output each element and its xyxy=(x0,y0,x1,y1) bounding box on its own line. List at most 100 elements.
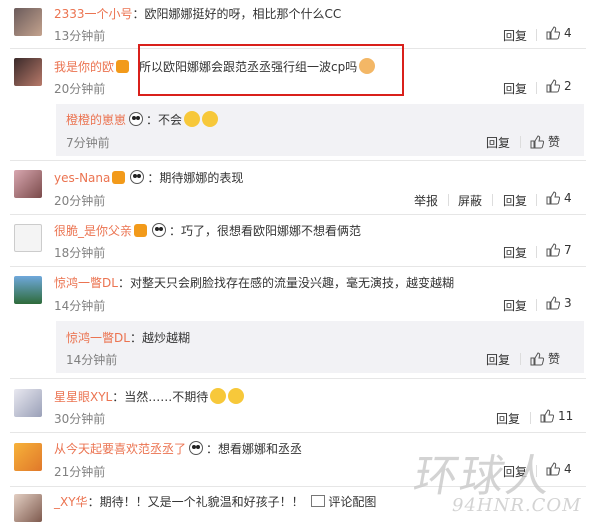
like-button[interactable]: 3 xyxy=(546,296,572,310)
comment-text: ：期待！！又是一个礼貌温和好孩子！！ xyxy=(87,495,304,509)
divider xyxy=(520,353,521,365)
comment-time: 14分钟前 xyxy=(54,299,106,313)
panda-icon xyxy=(189,441,204,455)
member-badge-icon xyxy=(116,60,130,73)
avatar[interactable] xyxy=(14,443,42,471)
thumbs-up-icon xyxy=(546,191,561,205)
reply-item: 橙橙的崽崽 ：不会 7分钟前 回复 赞 xyxy=(56,104,584,156)
divider xyxy=(536,82,537,94)
thumbs-up-icon xyxy=(546,26,561,40)
like-count: 4 xyxy=(564,26,572,40)
reply-button[interactable]: 回复 xyxy=(503,80,527,97)
watermark-url: 94HNR.COM xyxy=(452,495,582,516)
divider xyxy=(520,136,521,148)
comment-time: 18分钟前 xyxy=(54,246,106,260)
like-button[interactable]: 赞 xyxy=(530,133,560,150)
comment-author[interactable]: 从今天起要喜欢范丞丞了 xyxy=(54,442,186,456)
comment-author[interactable]: 星星眼XYL xyxy=(54,390,112,404)
reply-author[interactable]: 惊鸿一瞥DL xyxy=(66,331,130,345)
like-count: 7 xyxy=(564,243,572,257)
reply-button[interactable]: 回复 xyxy=(503,27,527,44)
avatar[interactable] xyxy=(14,276,42,304)
divider xyxy=(530,412,531,424)
comment-author[interactable]: 惊鸿一瞥DL xyxy=(54,276,118,290)
divider xyxy=(536,246,537,258)
like-button[interactable]: 4 xyxy=(546,191,572,205)
divider xyxy=(536,194,537,206)
image-icon xyxy=(311,495,326,507)
divider xyxy=(10,160,586,161)
avatar[interactable] xyxy=(14,8,42,36)
reply-button[interactable]: 回复 xyxy=(486,134,510,151)
comment-text: ：巧了，很想看欧阳娜娜不想看俩范 xyxy=(169,224,362,238)
reply-button[interactable]: 回复 xyxy=(503,297,527,314)
reply-author[interactable]: 橙橙的崽崽 xyxy=(66,113,126,127)
comment-author[interactable]: 很脆_是你父亲 xyxy=(54,224,132,238)
emoji-icon xyxy=(184,111,201,127)
like-count: 4 xyxy=(564,462,572,476)
sweat-emoji-icon xyxy=(210,388,227,404)
image-attachment-label: 评论配图 xyxy=(328,495,377,509)
avatar[interactable] xyxy=(14,389,42,417)
comment-text: ：当然……不期待 xyxy=(112,390,209,404)
divider xyxy=(10,214,586,215)
thumbs-up-icon xyxy=(530,352,545,366)
emoji-icon xyxy=(202,111,219,127)
divider xyxy=(536,299,537,311)
panda-icon xyxy=(129,112,144,126)
comment-author[interactable]: 我是你的欧 xyxy=(54,60,114,74)
like-count: 2 xyxy=(564,79,572,93)
thumbs-up-icon xyxy=(546,243,561,257)
comment-time: 13分钟前 xyxy=(54,29,106,43)
comment-text: ：对整天只会刷脸找存在感的流量没兴趣，毫无演技，越变越糊 xyxy=(117,276,454,290)
reply-text: ：越炒越糊 xyxy=(129,331,190,345)
like-button[interactable]: 赞 xyxy=(530,350,560,367)
block-button[interactable]: 屏蔽 xyxy=(458,192,482,209)
reply-item: 惊鸿一瞥DL：越炒越糊 14分钟前 回复 赞 xyxy=(56,321,584,373)
like-button[interactable]: 11 xyxy=(540,409,573,423)
thumbs-up-icon xyxy=(546,296,561,310)
report-button[interactable]: 举报 xyxy=(414,192,438,209)
reply-button[interactable]: 回复 xyxy=(486,351,510,368)
thumbs-up-icon xyxy=(530,135,545,149)
like-button[interactable]: 2 xyxy=(546,79,572,93)
comment-time: 30分钟前 xyxy=(54,412,106,426)
divider xyxy=(492,194,493,206)
sweat-emoji-icon xyxy=(228,388,245,404)
comment-time: 21分钟前 xyxy=(54,465,106,479)
image-attachment[interactable]: 评论配图 xyxy=(311,495,376,509)
divider xyxy=(536,29,537,41)
comment-time: 20分钟前 xyxy=(54,82,106,96)
like-label: 赞 xyxy=(548,352,561,366)
divider xyxy=(10,432,586,433)
avatar[interactable] xyxy=(14,170,42,198)
divider xyxy=(10,378,586,379)
like-button[interactable]: 7 xyxy=(546,243,572,257)
thumbs-up-icon xyxy=(540,409,555,423)
comment-text: ：欧阳娜娜挺好的呀，相比那个什么CC xyxy=(132,7,342,21)
reply-button[interactable]: 回复 xyxy=(496,410,520,427)
like-count: 3 xyxy=(564,296,572,310)
reply-text: ：不会 xyxy=(146,113,183,127)
like-button[interactable]: 4 xyxy=(546,26,572,40)
thumbs-up-icon xyxy=(546,79,561,93)
comment-author[interactable]: 2333一个小号 xyxy=(54,7,133,21)
avatar[interactable] xyxy=(14,58,42,86)
member-badge-icon xyxy=(112,171,126,184)
like-count: 11 xyxy=(558,409,574,423)
comment-text: ：期待娜娜的表现 xyxy=(147,171,244,185)
reply-button[interactable]: 回复 xyxy=(503,192,527,209)
reply-button[interactable]: 回复 xyxy=(503,244,527,261)
member-badge-icon xyxy=(134,224,148,237)
comment-author[interactable]: yes-Nana xyxy=(54,171,110,185)
comment-author[interactable]: _XY华 xyxy=(54,495,88,509)
reply-time: 7分钟前 xyxy=(66,136,110,150)
highlight-box xyxy=(138,44,404,96)
avatar[interactable] xyxy=(14,494,42,522)
comment-text: ：想看娜娜和丞丞 xyxy=(206,442,303,456)
like-label: 赞 xyxy=(548,135,561,149)
like-count: 4 xyxy=(564,191,572,205)
avatar[interactable] xyxy=(14,224,42,252)
comment-time: 20分钟前 xyxy=(54,194,106,208)
divider xyxy=(10,266,586,267)
